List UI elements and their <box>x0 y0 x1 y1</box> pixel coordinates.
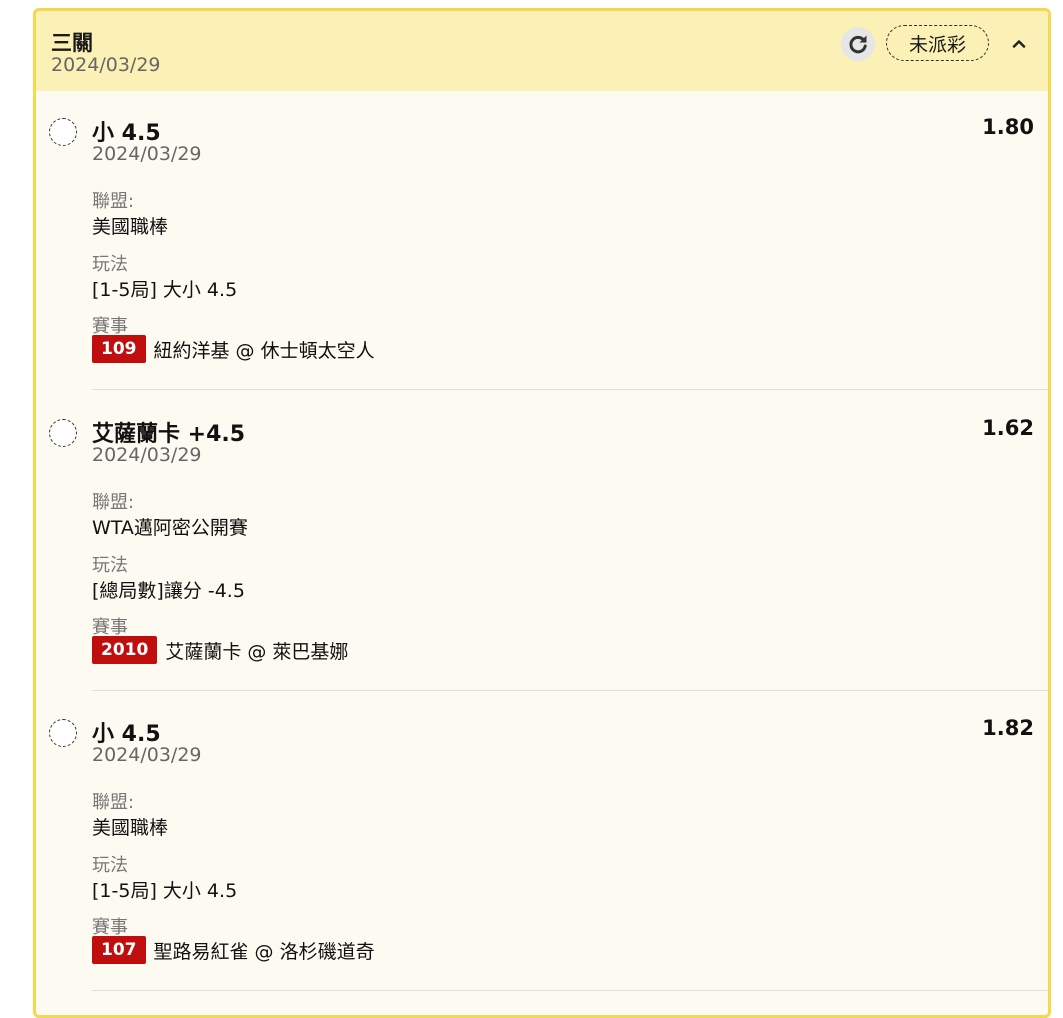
card-header: 三關 2024/03/29 未派彩 <box>36 11 1048 91</box>
market-label: 玩法 <box>92 254 128 275</box>
event-row: 2010 艾薩蘭卡 @ 萊巴基娜 <box>92 636 348 664</box>
bet-odds: 1.80 <box>982 115 1034 139</box>
league-value: 美國職棒 <box>92 817 169 839</box>
event-number-badge: 109 <box>92 335 146 363</box>
bet-status-radio <box>49 118 77 146</box>
bet-item: 艾薩蘭卡 +4.5 1.62 2024/03/29 聯盟: WTA邁阿密公開賽 … <box>36 392 1048 692</box>
divider <box>92 389 1048 390</box>
market-value: [總局數]讓分 -4.5 <box>92 580 245 602</box>
bet-date: 2024/03/29 <box>92 143 202 165</box>
status-badge: 未派彩 <box>886 25 989 61</box>
market-label: 玩法 <box>92 855 128 876</box>
market-label: 玩法 <box>92 555 128 576</box>
market-value: [1-5局] 大小 4.5 <box>92 880 238 902</box>
event-name: 艾薩蘭卡 @ 萊巴基娜 <box>165 640 349 663</box>
league-label: 聯盟: <box>92 191 135 212</box>
bet-date: 2024/03/29 <box>92 744 202 766</box>
refresh-button[interactable] <box>841 27 875 61</box>
bet-date: 2024/03/29 <box>92 444 202 466</box>
bet-date: 2024/03/29 <box>51 54 161 76</box>
market-value: [1-5局] 大小 4.5 <box>92 279 238 301</box>
event-row: 107 聖路易紅雀 @ 洛杉磯道奇 <box>92 936 375 964</box>
divider <box>92 990 1048 991</box>
refresh-icon <box>849 35 867 54</box>
event-number-badge: 2010 <box>92 636 158 664</box>
bet-type-title: 三關 <box>51 31 93 55</box>
divider <box>92 690 1048 691</box>
collapse-button[interactable] <box>1004 29 1034 59</box>
event-name: 紐約洋基 @ 休士頓太空人 <box>153 339 375 362</box>
league-value: 美國職棒 <box>92 216 169 238</box>
event-number-badge: 107 <box>92 936 146 964</box>
league-label: 聯盟: <box>92 792 135 813</box>
chevron-up-icon <box>1012 40 1026 48</box>
league-value: WTA邁阿密公開賽 <box>92 517 248 539</box>
bet-item: 小 4.5 1.82 2024/03/29 聯盟: 美國職棒 玩法 [1-5局]… <box>36 692 1048 992</box>
parlay-bet-card: 三關 2024/03/29 未派彩 小 4.5 1.80 2024/03/29 … <box>33 8 1051 1018</box>
bet-odds: 1.82 <box>982 716 1034 740</box>
bet-item: 小 4.5 1.80 2024/03/29 聯盟: 美國職棒 玩法 [1-5局]… <box>36 91 1048 391</box>
bet-status-radio <box>49 419 77 447</box>
event-row: 109 紐約洋基 @ 休士頓太空人 <box>92 335 375 363</box>
bet-status-radio <box>49 719 77 747</box>
bet-odds: 1.62 <box>982 416 1034 440</box>
league-label: 聯盟: <box>92 492 135 513</box>
event-name: 聖路易紅雀 @ 洛杉磯道奇 <box>153 940 375 963</box>
